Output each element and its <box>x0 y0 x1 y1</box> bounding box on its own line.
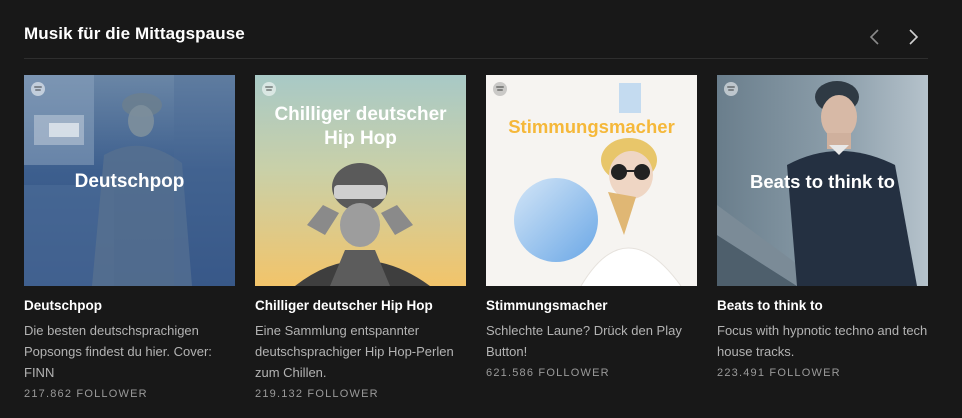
section-title: Musik für die Mittagspause <box>24 24 245 43</box>
playlist-card-deutschpop[interactable]: Deutschpop Deutschpop Die besten deutsch… <box>24 75 235 400</box>
carousel-next-button[interactable] <box>902 26 924 48</box>
carousel-prev-button[interactable] <box>864 26 886 48</box>
cover-title: Deutschpop <box>74 171 185 192</box>
chevron-left-icon <box>869 29 879 45</box>
playlist-title[interactable]: Chilliger deutscher Hip Hop <box>255 298 466 313</box>
playlist-cover[interactable]: Stimmungsmacher <box>486 75 697 286</box>
chevron-right-icon <box>909 29 919 45</box>
playlist-title[interactable]: Deutschpop <box>24 298 235 313</box>
section-header: Musik für die Mittagspause <box>24 22 928 59</box>
playlist-title[interactable]: Beats to think to <box>717 298 928 313</box>
playlist-card-stimmungsmacher[interactable]: Stimmungsmacher Stimmungsmacher Schlecht… <box>486 75 697 379</box>
playlist-description: Eine Sammlung entspannter deutschsprachi… <box>255 323 454 380</box>
follower-count: 219.132 FOLLOWER <box>255 388 379 400</box>
playlist-title[interactable]: Stimmungsmacher <box>486 298 697 313</box>
playlist-cover[interactable]: Deutschpop <box>24 75 235 286</box>
follower-count: 223.491 FOLLOWER <box>717 367 841 379</box>
spotify-logo-icon <box>724 82 738 96</box>
spotify-logo-icon <box>493 82 507 96</box>
playlist-card-beats-to-think-to[interactable]: Beats to think to Beats to think to Focu… <box>717 75 928 379</box>
playlist-description: Schlechte Laune? Drück den Play Button! <box>486 323 682 359</box>
cover-title: Chilliger deutscher Hip Hop <box>274 104 447 149</box>
playlist-cover[interactable]: Chilliger deutscher Hip Hop <box>255 75 466 286</box>
spotify-logo-icon <box>262 82 276 96</box>
cover-title: Beats to think to <box>750 171 895 192</box>
cover-title: Stimmungsmacher <box>508 116 675 137</box>
playlist-description: Focus with hypnotic techno and tech hous… <box>717 323 928 359</box>
playlist-cover[interactable]: Beats to think to <box>717 75 928 286</box>
playlist-card-chilliger-deutscher-hip-hop[interactable]: Chilliger deutscher Hip Hop Chilliger de… <box>255 75 466 400</box>
cover-artwork <box>514 83 682 286</box>
follower-count: 217.862 FOLLOWER <box>24 388 148 400</box>
follower-count: 621.586 FOLLOWER <box>486 367 610 379</box>
spotify-logo-icon <box>31 82 45 96</box>
playlist-description: Die besten deutschsprachigen Popsongs fi… <box>24 323 212 380</box>
